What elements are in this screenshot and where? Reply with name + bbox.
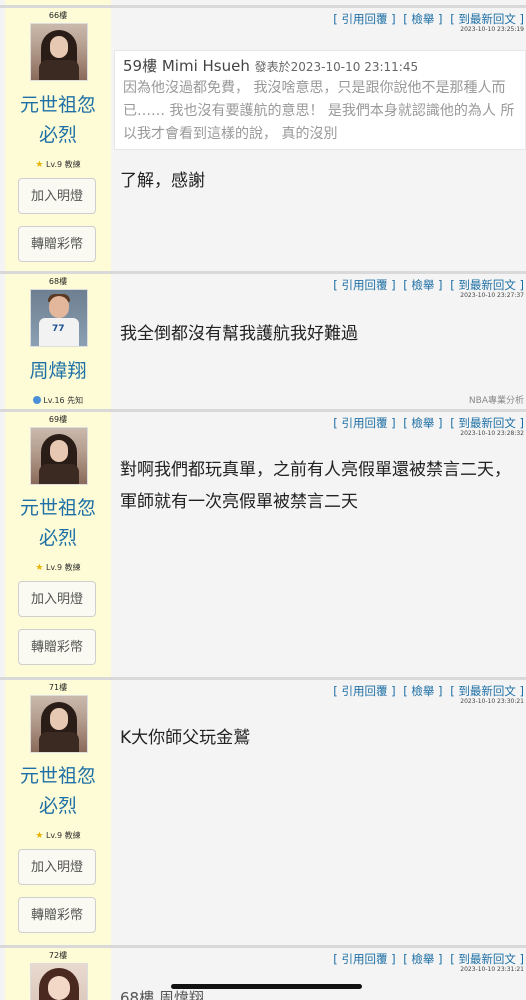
quote-reply-link[interactable]: [ 引用回覆 ]: [333, 416, 395, 430]
post-body: [ 引用回覆 ] [ 檢舉 ] [ 到最新回文 ] 2023-10-10 23:…: [111, 274, 526, 409]
floor-number: 69樓: [48, 415, 68, 424]
star-icon: ★: [35, 831, 44, 841]
quote-reply-link[interactable]: [ 引用回覆 ]: [333, 952, 395, 966]
post-actions: [ 引用回覆 ] [ 檢舉 ] [ 到最新回文 ]: [333, 415, 524, 431]
report-link[interactable]: [ 檢舉 ]: [403, 952, 442, 966]
floor-number: 72樓: [48, 951, 68, 960]
author-panel: 68樓 77 周煒翔 Lv.16 先知: [5, 274, 111, 409]
username[interactable]: 周煒翔: [5, 356, 111, 386]
post-actions: [ 引用回覆 ] [ 檢舉 ] [ 到最新回文 ]: [333, 11, 524, 27]
quote-header: 59樓 Mimi Hsueh 發表於2023-10-10 23:11:45: [123, 57, 419, 75]
latest-reply-link[interactable]: [ 到最新回文 ]: [450, 278, 524, 292]
user-level: ★ Lv.9 教練: [35, 160, 81, 170]
home-indicator[interactable]: [171, 984, 362, 989]
username[interactable]: 元世祖忽 必烈: [5, 761, 111, 821]
add-light-button[interactable]: 加入明燈: [18, 581, 96, 617]
gift-coins-button[interactable]: 轉贈彩幣: [18, 897, 96, 933]
add-light-button[interactable]: 加入明燈: [18, 178, 96, 214]
report-link[interactable]: [ 檢舉 ]: [403, 416, 442, 430]
author-panel: 71樓 元世祖忽 必烈 ★ Lv.9 教練 加入明燈 轉贈彩幣: [5, 680, 111, 945]
post-time: 2023-10-10 23:31:21: [460, 966, 524, 973]
post-66: 66樓 元世祖忽 必烈 ★ Lv.9 教練 加入明燈 轉贈彩幣 [ 引用回覆 ]…: [0, 5, 526, 271]
quoted-post: 59樓 Mimi Hsueh 發表於2023-10-10 23:11:45 因為…: [114, 50, 526, 150]
quote-reply-link[interactable]: [ 引用回覆 ]: [333, 684, 395, 698]
post-time: 2023-10-10 23:27:37: [460, 292, 524, 299]
post-69: 69樓 元世祖忽 必烈 ★ Lv.9 教練 加入明燈 轉贈彩幣 [ 引用回覆 ]…: [0, 409, 526, 677]
post-content: 了解，感謝: [120, 171, 205, 191]
post-body: [ 引用回覆 ] [ 檢舉 ] [ 到最新回文 ] 2023-10-10 23:…: [111, 8, 526, 271]
post-actions: [ 引用回覆 ] [ 檢舉 ] [ 到最新回文 ]: [333, 951, 524, 967]
username[interactable]: 元世祖忽 必烈: [5, 493, 111, 553]
user-level: Lv.16 先知: [5, 395, 111, 406]
username[interactable]: 元世祖忽 必烈: [5, 90, 111, 150]
latest-reply-link[interactable]: [ 到最新回文 ]: [450, 12, 524, 26]
post-time: 2023-10-10 23:28:32: [460, 430, 524, 437]
latest-reply-link[interactable]: [ 到最新回文 ]: [450, 416, 524, 430]
author-panel: 69樓 元世祖忽 必烈 ★ Lv.9 教練 加入明燈 轉贈彩幣: [5, 412, 111, 677]
floor-number: 68樓: [48, 277, 68, 286]
latest-reply-link[interactable]: [ 到最新回文 ]: [450, 952, 524, 966]
avatar[interactable]: [30, 695, 88, 753]
post-content: K大你師父玩金鷲: [120, 728, 251, 748]
post-body: [ 引用回覆 ] [ 檢舉 ] [ 到最新回文 ] 2023-10-10 23:…: [111, 948, 526, 1000]
post-actions: [ 引用回覆 ] [ 檢舉 ] [ 到最新回文 ]: [333, 277, 524, 293]
floor-number: 71樓: [48, 683, 68, 692]
star-icon: ★: [35, 160, 44, 170]
floor-number: 66樓: [48, 11, 68, 20]
post-content: 對啊我們都玩真單，之前有人亮假單還被禁言二天，軍師就有一次亮假單被禁言二天: [120, 460, 511, 512]
report-link[interactable]: [ 檢舉 ]: [403, 278, 442, 292]
star-icon: ★: [35, 563, 44, 573]
avatar[interactable]: [30, 963, 88, 1000]
quote-reply-link[interactable]: [ 引用回覆 ]: [333, 12, 395, 26]
avatar[interactable]: [30, 427, 88, 485]
post-68: 68樓 77 周煒翔 Lv.16 先知 [ 引用回覆 ] [ 檢舉 ] [ 到最…: [0, 271, 526, 409]
user-level: ★ Lv.9 教練: [35, 831, 81, 841]
gift-coins-button[interactable]: 轉贈彩幣: [18, 226, 96, 262]
report-link[interactable]: [ 檢舉 ]: [403, 12, 442, 26]
latest-reply-link[interactable]: [ 到最新回文 ]: [450, 684, 524, 698]
post-actions: [ 引用回覆 ] [ 檢舉 ] [ 到最新回文 ]: [333, 683, 524, 699]
post-content: 我全倒都沒有幫我護航我好難過: [120, 324, 358, 344]
post-body: [ 引用回覆 ] [ 檢舉 ] [ 到最新回文 ] 2023-10-10 23:…: [111, 412, 526, 677]
post-72: 72樓 [ 引用回覆 ] [ 檢舉 ] [ 到最新回文 ] 2023-10-10…: [0, 945, 526, 1000]
report-link[interactable]: [ 檢舉 ]: [403, 684, 442, 698]
post-71: 71樓 元世祖忽 必烈 ★ Lv.9 教練 加入明燈 轉贈彩幣 [ 引用回覆 ]…: [0, 677, 526, 945]
gift-coins-button[interactable]: 轉贈彩幣: [18, 629, 96, 665]
post-tag[interactable]: NBA專業分析: [469, 393, 524, 406]
quote-reply-link[interactable]: [ 引用回覆 ]: [333, 278, 395, 292]
diamond-icon: [32, 396, 41, 404]
avatar[interactable]: [30, 23, 88, 81]
user-level: ★ Lv.9 教練: [35, 563, 81, 573]
add-light-button[interactable]: 加入明燈: [18, 849, 96, 885]
author-panel: 72樓: [5, 948, 111, 1000]
post-time: 2023-10-10 23:30:21: [460, 698, 524, 705]
quote-text: 因為他沒過都免費， 我沒啥意思，只是跟你說他不是那種人而已…… 我也沒有要護航的…: [123, 80, 515, 142]
author-panel: 66樓 元世祖忽 必烈 ★ Lv.9 教練 加入明燈 轉贈彩幣: [5, 8, 111, 271]
avatar[interactable]: 77: [30, 289, 88, 347]
post-body: [ 引用回覆 ] [ 檢舉 ] [ 到最新回文 ] 2023-10-10 23:…: [111, 680, 526, 945]
post-time: 2023-10-10 23:25:19: [460, 26, 524, 33]
